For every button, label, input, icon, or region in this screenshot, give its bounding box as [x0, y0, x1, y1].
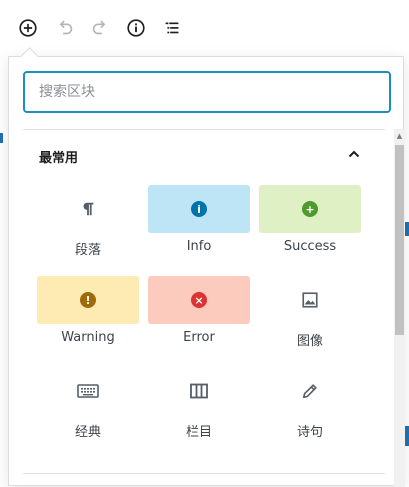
info-icon [127, 19, 145, 37]
redo-icon [92, 20, 106, 35]
editor-toolbar [0, 0, 409, 56]
block-image[interactable]: 图像 [259, 276, 361, 356]
chevron-up-icon [348, 150, 360, 158]
search-divider [23, 129, 385, 130]
undo-icon [59, 20, 73, 35]
block-label: 图像 [296, 334, 323, 349]
block-classic[interactable]: 经典 [37, 367, 139, 447]
section-title-most-used: 最常用 [39, 151, 79, 166]
block-verse[interactable]: 诗句 [259, 367, 361, 447]
block-label: Info [186, 239, 212, 254]
block-search [23, 71, 393, 113]
collapse-section-button[interactable] [345, 145, 363, 163]
block-paragraph[interactable]: 段落 [37, 185, 139, 265]
details-button[interactable] [124, 16, 148, 40]
block-label: Warning [61, 330, 115, 345]
section-divider [23, 473, 385, 474]
block-label: 经典 [74, 425, 101, 440]
block-tile: ! [37, 276, 139, 324]
x-circle-icon: × [191, 292, 207, 308]
block-label: 诗句 [296, 425, 323, 440]
block-tile [37, 367, 139, 415]
block-label: 段落 [74, 243, 101, 258]
block-tile: i [148, 185, 250, 233]
pencil-icon [302, 384, 317, 399]
block-tile [259, 367, 361, 415]
block-search-input[interactable] [23, 71, 391, 113]
paragraph-icon [83, 202, 94, 216]
editor-edge-marker [0, 133, 3, 143]
redo-button[interactable] [88, 16, 112, 40]
image-icon [302, 292, 318, 308]
scroll-up-arrow-icon[interactable]: ▲ [394, 131, 405, 141]
list-view-button[interactable] [160, 16, 184, 40]
block-label: 栏目 [185, 425, 212, 440]
add-block-icon [19, 19, 37, 37]
block-inserter-popover: 最常用 段落 i Info + Success ! Warning [8, 47, 405, 487]
block-label: Error [183, 330, 215, 345]
block-info[interactable]: i Info [148, 185, 250, 265]
plus-circle-icon: + [302, 201, 318, 217]
block-success[interactable]: + Success [259, 185, 361, 265]
block-tile: + [259, 185, 361, 233]
add-block-button[interactable] [16, 16, 40, 40]
scrollbar-thumb[interactable] [395, 145, 404, 335]
block-warning[interactable]: ! Warning [37, 276, 139, 356]
block-tile [259, 276, 361, 324]
exclamation-circle-icon: ! [80, 292, 96, 308]
keyboard-icon [77, 384, 99, 398]
block-tile [37, 185, 139, 233]
inserter-scrollbar[interactable]: ▲ [394, 129, 405, 487]
undo-button[interactable] [53, 16, 77, 40]
info-circle-icon: i [191, 201, 207, 217]
block-columns[interactable]: 栏目 [148, 367, 250, 447]
list-view-icon [165, 22, 179, 34]
columns-icon [190, 383, 208, 399]
block-error[interactable]: × Error [148, 276, 250, 356]
block-tile: × [148, 276, 250, 324]
block-tile [148, 367, 250, 415]
block-label: Success [283, 239, 337, 254]
